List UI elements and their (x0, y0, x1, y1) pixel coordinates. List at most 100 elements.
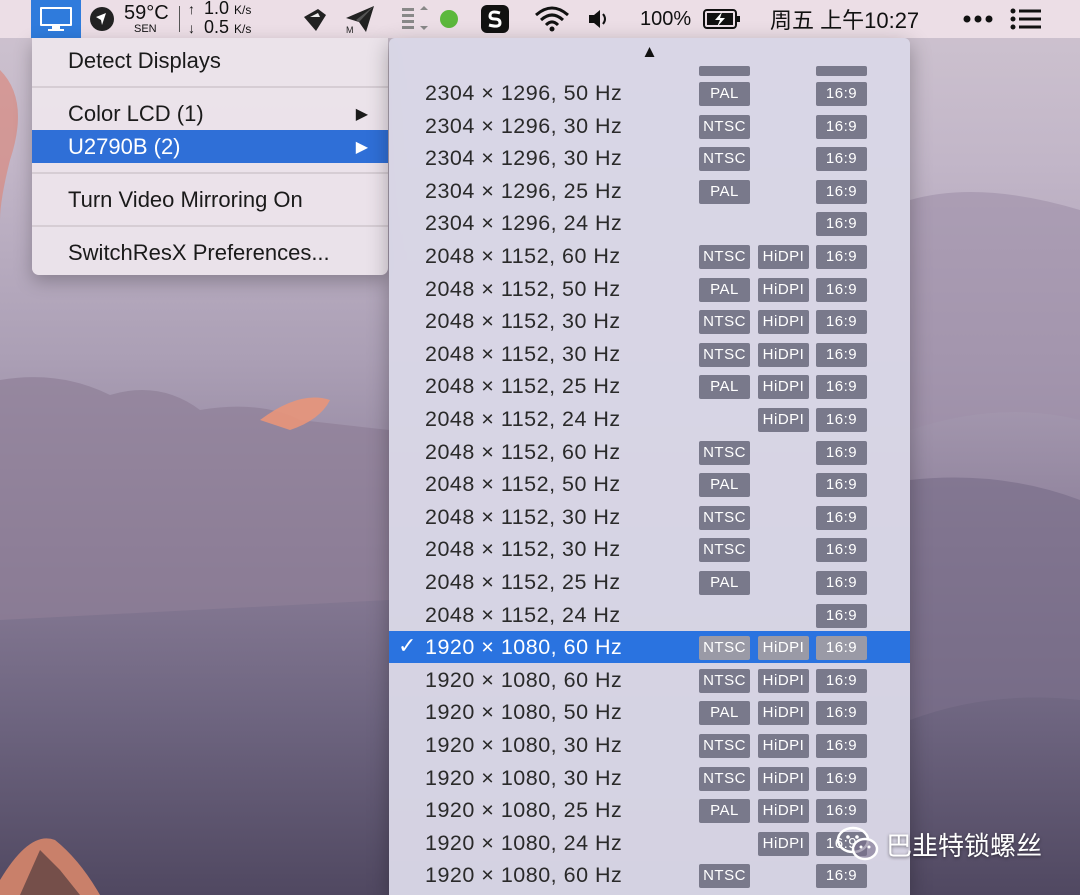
hidpi-badge: HiDPI (758, 766, 809, 791)
signal-type-badge: NTSC (699, 734, 750, 758)
menu-item-label: Detect Displays (68, 47, 221, 73)
menu-separator (32, 172, 388, 174)
upload-speed-unit: K/s (234, 3, 252, 17)
hidpi-badge: HiDPI (758, 408, 809, 432)
status-dot-icon[interactable] (440, 0, 458, 38)
hidpi-badge: HiDPI (758, 701, 809, 726)
battery-percent[interactable]: 100% (640, 0, 691, 38)
resolution-submenu: ▲ 2304 × 1296, 50 Hz PAL 16:9 2304 × 1296, … (389, 38, 910, 895)
volume-icon[interactable] (586, 0, 612, 38)
aspect-ratio-badge: 16:9 (816, 212, 867, 237)
color-lcd-item[interactable]: Color LCD (1) ▶ (32, 97, 388, 130)
signal-type-badge: NTSC (699, 636, 750, 661)
send-mail-icon[interactable]: M (344, 0, 376, 38)
aspect-ratio-badge: 16:9 (816, 668, 867, 693)
u2790b-item[interactable]: U2790B (2) ▶ (32, 130, 388, 163)
wifi-icon[interactable] (533, 0, 571, 38)
resolution-label: 2304 × 1296, 25 Hz (425, 178, 623, 203)
battery-charging-icon[interactable] (702, 0, 742, 38)
video-mirroring-item[interactable]: Turn Video Mirroring On (32, 183, 388, 216)
signal-type-badge: PAL (699, 799, 750, 824)
signal-type-badge: PAL (699, 473, 750, 498)
submenu-arrow-icon: ▶ (355, 105, 368, 123)
shield-app-icon[interactable] (88, 0, 116, 38)
signal-type-badge: NTSC (699, 864, 750, 889)
kite-app-icon[interactable] (300, 0, 330, 38)
display-menu: Detect Displays Color LCD (1) ▶ U2790B (… (32, 38, 388, 275)
resolution-item[interactable]: 2048 × 1152, 25 Hz PAL HiDPI 16:9 (389, 370, 910, 402)
resolution-label: 1920 × 1080, 60 Hz (425, 863, 623, 888)
resolution-item[interactable]: 2048 × 1152, 25 Hz PAL 16:9 (389, 566, 910, 598)
menu-separator (32, 86, 388, 88)
notification-center-icon[interactable] (1010, 0, 1042, 38)
wechat-icon (836, 826, 879, 861)
aspect-ratio-badge: 16:9 (816, 799, 867, 824)
signal-type-badge: NTSC (699, 342, 750, 367)
hidpi-badge: HiDPI (758, 342, 809, 367)
resolution-item[interactable]: 2304 × 1296, 24 Hz 16:9 (389, 207, 910, 239)
resolution-label: 2048 × 1152, 30 Hz (425, 309, 621, 334)
resolution-item[interactable]: 2048 × 1152, 50 Hz PAL HiDPI 16:9 (389, 273, 910, 305)
temperature-sensor-label: SEN (134, 22, 157, 35)
list-app-icon[interactable] (400, 0, 430, 38)
menu-item-label: SwitchResX Preferences... (68, 239, 330, 265)
clipped-badge (816, 66, 867, 76)
hidpi-badge: HiDPI (758, 734, 809, 758)
resolution-item[interactable]: 2048 × 1152, 60 Hz NTSC 16:9 (389, 436, 910, 468)
resolution-label: 1920 × 1080, 50 Hz (425, 700, 623, 725)
resolution-item[interactable]: 1920 × 1080, 50 Hz PAL HiDPI 16:9 (389, 696, 910, 728)
resolution-label: 2048 × 1152, 25 Hz (425, 570, 621, 594)
detect-displays-item[interactable]: Detect Displays (32, 44, 388, 77)
resolution-label: 1920 × 1080, 30 Hz (425, 765, 623, 790)
resolution-item[interactable]: 1920 × 1080, 30 Hz NTSC HiDPI 16:9 (389, 729, 910, 761)
temperature-monitor[interactable]: 59°C SEN (124, 0, 169, 38)
resolution-label: 1920 × 1080, 60 Hz (425, 667, 623, 692)
menu-separator (32, 225, 388, 227)
aspect-ratio-badge: 16:9 (816, 147, 867, 172)
signal-type-badge: NTSC (699, 310, 750, 335)
signal-type-badge: NTSC (699, 766, 750, 791)
resolution-item[interactable]: 2304 × 1296, 50 Hz PAL 16:9 (389, 77, 910, 109)
resolution-item[interactable]: 1920 × 1080, 60 Hz NTSC HiDPI 16:9 (389, 664, 910, 696)
resolution-label: 2048 × 1152, 24 Hz (425, 602, 621, 627)
resolution-item[interactable]: 2048 × 1152, 50 Hz PAL 16:9 (389, 468, 910, 500)
resolution-item[interactable]: 2048 × 1152, 24 Hz HiDPI 16:9 (389, 403, 910, 435)
resolution-item[interactable]: 1920 × 1080, 25 Hz PAL HiDPI 16:9 (389, 794, 910, 826)
download-speed-unit: K/s (234, 22, 252, 36)
resolution-label: 2304 × 1296, 30 Hz (425, 113, 623, 138)
resolution-item[interactable]: 2304 × 1296, 30 Hz NTSC 16:9 (389, 110, 910, 142)
resolution-item[interactable]: 1920 × 1080, 30 Hz NTSC HiDPI 16:9 (389, 762, 910, 794)
resolution-item[interactable]: 2048 × 1152, 24 Hz 16:9 (389, 599, 910, 631)
resolution-label: 2048 × 1152, 60 Hz (425, 244, 621, 268)
resolution-item[interactable]: 2048 × 1152, 30 Hz NTSC 16:9 (389, 501, 910, 533)
signal-type-badge: PAL (699, 701, 750, 726)
resolution-item[interactable]: 2048 × 1152, 30 Hz NTSC HiDPI 16:9 (389, 305, 910, 337)
svg-text:M: M (346, 25, 354, 34)
aspect-ratio-badge: 16:9 (816, 473, 867, 498)
resolution-item[interactable]: 2304 × 1296, 25 Hz PAL 16:9 (389, 175, 910, 207)
resolution-item[interactable]: 2048 × 1152, 60 Hz NTSC HiDPI 16:9 (389, 240, 910, 272)
more-icon[interactable] (962, 0, 994, 38)
resolution-item[interactable]: 1920 × 1080, 60 Hz NTSC 16:9 (389, 859, 910, 891)
aspect-ratio-badge: 16:9 (816, 538, 867, 563)
resolution-item[interactable]: 1920 × 1080, 24 Hz HiDPI 16:9 (389, 827, 910, 859)
switchresx-monitor-icon[interactable] (31, 0, 81, 38)
aspect-ratio-badge: 16:9 (816, 505, 867, 530)
resolution-item[interactable]: 2304 × 1296, 30 Hz NTSC 16:9 (389, 142, 910, 174)
hidpi-badge: HiDPI (758, 375, 809, 400)
menu-bar: 59°C SEN ↑ 1.0 K/s ↓ 0.5 K/s M 100% 周五 上… (0, 0, 1080, 38)
resolution-label: 2048 × 1152, 25 Hz (425, 374, 621, 399)
network-speed-monitor[interactable]: ↑ 1.0 K/s ↓ 0.5 K/s (188, 0, 251, 38)
preferences-item[interactable]: SwitchResX Preferences... (32, 236, 388, 269)
signal-type-badge: NTSC (699, 668, 750, 693)
s-app-icon[interactable] (480, 0, 510, 38)
resolution-item[interactable]: 2048 × 1152, 30 Hz NTSC 16:9 (389, 533, 910, 565)
signal-type-badge: NTSC (699, 505, 750, 530)
resolution-item[interactable]: 2048 × 1152, 30 Hz NTSC HiDPI 16:9 (389, 338, 910, 370)
signal-type-badge: PAL (699, 277, 750, 302)
scroll-up-arrow-icon[interactable]: ▲ (389, 42, 910, 62)
hidpi-badge: HiDPI (758, 799, 809, 824)
watermark: 巴韭特锁螺丝 (836, 824, 1042, 864)
resolution-item[interactable]: ✓ 1920 × 1080, 60 Hz NTSC HiDPI 16:9 (389, 631, 910, 664)
clock[interactable]: 周五 上午10:27 (770, 0, 919, 38)
